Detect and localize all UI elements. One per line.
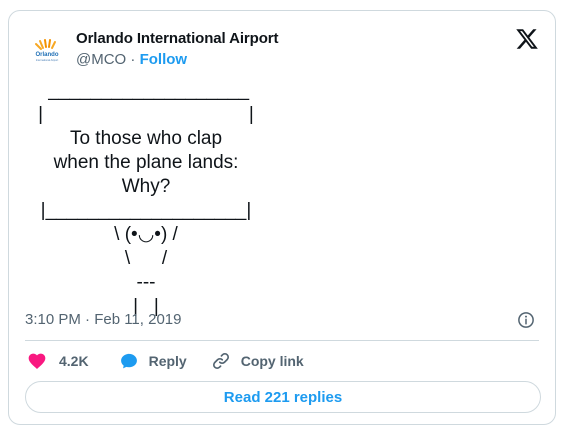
logo-text: Orlando <box>35 52 58 58</box>
x-logo-svg <box>516 29 538 49</box>
follow-button[interactable]: Follow <box>140 51 188 68</box>
logo-subtext: International Airport <box>36 58 59 62</box>
like-action[interactable]: 4.2K <box>27 351 89 371</box>
copy-link-label: Copy link <box>240 353 304 369</box>
reply-action[interactable]: Reply <box>119 351 187 371</box>
author-name[interactable]: Orlando International Airport <box>76 30 278 47</box>
read-replies-button[interactable]: Read 221 replies <box>25 381 541 413</box>
author-handle[interactable]: @MCO <box>76 51 126 68</box>
info-icon[interactable] <box>517 311 535 329</box>
action-bar: 4.2K Reply Copy link <box>27 349 304 373</box>
copy-link-action[interactable]: Copy link <box>211 351 304 371</box>
orlando-airport-logo[interactable]: Orlando International Airport <box>27 31 67 71</box>
heart-icon <box>28 353 46 369</box>
reply-label: Reply <box>148 353 187 369</box>
x-logo-icon[interactable] <box>515 27 539 51</box>
divider <box>25 340 539 341</box>
tweet-text: ___________________ | | To those who cla… <box>38 80 254 317</box>
handle-separator: · <box>130 51 136 68</box>
orlando-airport-logo-svg: Orlando International Airport <box>35 39 59 62</box>
tweet-card: Orlando International Airport Orlando In… <box>8 10 556 425</box>
link-icon <box>212 352 229 370</box>
reply-bubble-icon <box>120 353 137 369</box>
tweet-timestamp[interactable]: 3:10 PM · Feb 11, 2019 <box>25 311 181 328</box>
info-icon-svg <box>518 312 534 328</box>
handle-row: @MCO · Follow <box>76 51 187 68</box>
like-count: 4.2K <box>59 353 89 369</box>
